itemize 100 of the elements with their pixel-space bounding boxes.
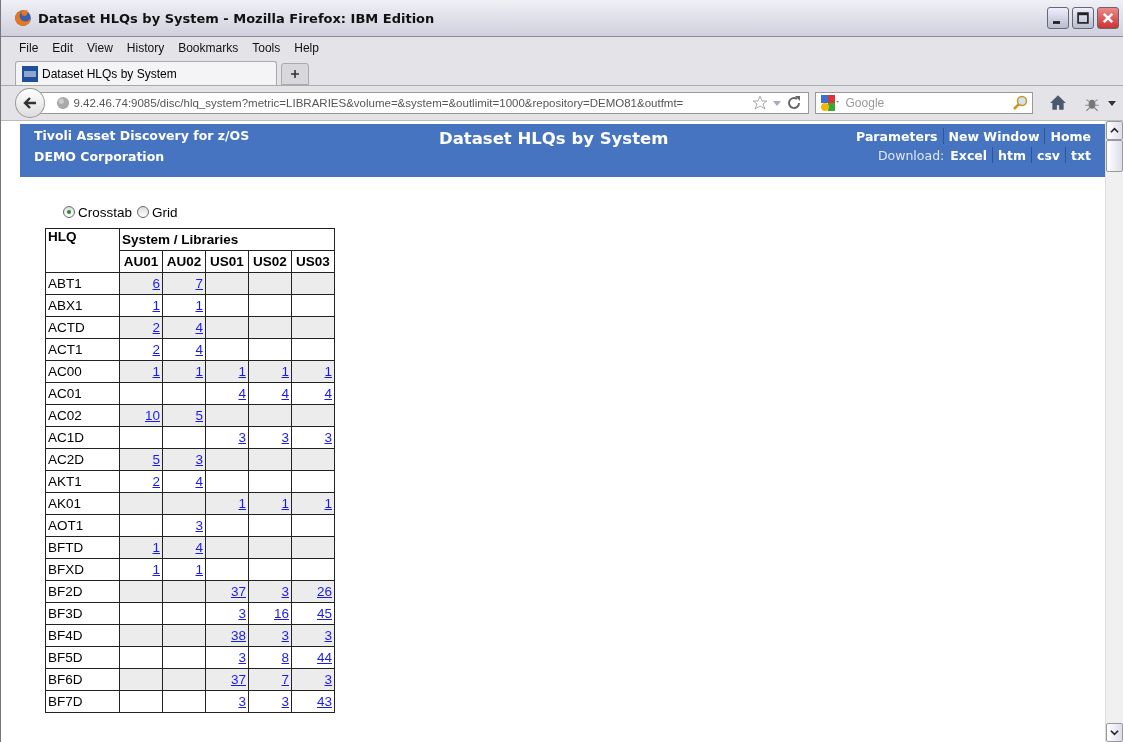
home-icon[interactable] xyxy=(1049,94,1067,112)
browser-tab[interactable]: Dataset HLQs by System xyxy=(15,61,277,85)
menu-item[interactable]: History xyxy=(119,41,172,55)
count-link[interactable]: 1 xyxy=(195,562,203,577)
column-header: AU02 xyxy=(162,250,206,273)
header-link[interactable]: Home xyxy=(1045,128,1091,144)
download-label: Download: xyxy=(877,147,945,163)
count-link[interactable]: 4 xyxy=(195,474,203,489)
download-link[interactable]: htm xyxy=(993,147,1031,163)
menu-item[interactable]: Bookmarks xyxy=(171,41,246,55)
count-link[interactable]: 5 xyxy=(195,408,203,423)
count-link[interactable]: 2 xyxy=(152,320,160,335)
search-icon[interactable] xyxy=(1012,95,1028,111)
count-link[interactable]: 1 xyxy=(152,298,160,313)
header-link[interactable]: Parameters xyxy=(851,128,943,144)
minimize-icon xyxy=(1053,21,1060,24)
count-link[interactable]: 3 xyxy=(238,694,246,709)
row-header-cell: BF2D xyxy=(45,580,120,603)
count-link[interactable]: 5 xyxy=(152,452,160,467)
count-link[interactable]: 4 xyxy=(195,342,203,357)
download-link[interactable]: csv xyxy=(1032,147,1065,163)
count-link[interactable]: 3 xyxy=(195,518,203,533)
row-header-cell: BF3D xyxy=(45,602,120,625)
count-link[interactable]: 1 xyxy=(195,364,203,379)
count-link[interactable]: 1 xyxy=(281,496,289,511)
count-link[interactable]: 6 xyxy=(152,276,160,291)
search-bar[interactable]: Google xyxy=(814,92,1033,114)
count-link[interactable]: 4 xyxy=(238,386,246,401)
menu-item[interactable]: Help xyxy=(287,41,326,55)
radio-button[interactable] xyxy=(63,206,75,218)
count-link[interactable]: 3 xyxy=(281,628,289,643)
search-engine-icon[interactable] xyxy=(819,95,840,111)
minimize-button[interactable] xyxy=(1047,7,1069,29)
view-radio[interactable]: Crosstab xyxy=(63,204,133,220)
count-link[interactable]: 4 xyxy=(281,386,289,401)
count-link[interactable]: 3 xyxy=(324,430,332,445)
row-header-cell: AC2D xyxy=(45,448,120,471)
globe-icon xyxy=(55,96,70,110)
row-header-cell: BF5D xyxy=(45,646,120,669)
column-header: US03 xyxy=(291,250,335,273)
menu-item[interactable]: Edit xyxy=(45,41,81,55)
menu-item[interactable]: Tools xyxy=(245,41,288,55)
count-link[interactable]: 7 xyxy=(281,672,289,687)
count-link[interactable]: 4 xyxy=(195,540,203,555)
count-link[interactable]: 1 xyxy=(238,364,246,379)
header-link[interactable]: New Window xyxy=(943,128,1045,144)
count-link[interactable]: 2 xyxy=(152,342,160,357)
browser-logo-icon xyxy=(14,9,32,27)
row-header-cell: BF6D xyxy=(45,668,120,691)
count-link[interactable]: 7 xyxy=(195,276,203,291)
count-link[interactable]: 3 xyxy=(281,430,289,445)
plus-icon xyxy=(290,69,300,79)
maximize-button[interactable] xyxy=(1072,7,1094,29)
scrollbar[interactable] xyxy=(1105,121,1123,742)
scroll-up-button[interactable] xyxy=(1106,121,1123,140)
count-link[interactable]: 1 xyxy=(152,562,160,577)
view-radio[interactable]: Grid xyxy=(137,204,178,220)
favicon-icon xyxy=(22,65,38,82)
reload-icon[interactable] xyxy=(785,95,802,111)
address-field[interactable]: 9.42.46.74:9085/disc/hlq_system?metric=LIBRARIES&volume=&system=&outlimit=1000&repository=DEMO81&outfmt= xyxy=(38,92,809,114)
row-header-cell: ABX1 xyxy=(45,294,120,317)
scroll-down-button[interactable] xyxy=(1106,723,1123,742)
column-group-header: System / Libraries xyxy=(119,228,335,251)
menu-item[interactable]: File xyxy=(13,41,46,55)
download-link[interactable]: txt xyxy=(1066,147,1091,163)
count-link[interactable]: 1 xyxy=(281,364,289,379)
count-link[interactable]: 1 xyxy=(238,496,246,511)
menu-item[interactable]: View xyxy=(80,41,120,55)
scroll-thumb[interactable] xyxy=(1106,140,1123,172)
star-icon[interactable] xyxy=(751,95,768,111)
count-link[interactable]: 4 xyxy=(324,386,332,401)
count-link[interactable]: 3 xyxy=(324,628,332,643)
radio-button[interactable] xyxy=(137,206,150,218)
row-header-cell: AKT1 xyxy=(45,470,120,493)
down-caret-icon xyxy=(1110,728,1119,737)
new-tab-button[interactable] xyxy=(281,63,309,85)
count-link[interactable]: 4 xyxy=(195,320,203,335)
count-link[interactable]: 8 xyxy=(281,650,289,665)
count-link[interactable]: 3 xyxy=(324,672,332,687)
count-link[interactable]: 3 xyxy=(238,430,246,445)
count-link[interactable]: 3 xyxy=(238,606,246,621)
count-link[interactable]: 3 xyxy=(281,694,289,709)
count-link[interactable]: 1 xyxy=(195,298,203,313)
row-header-cell: ACT1 xyxy=(45,338,120,361)
close-button[interactable] xyxy=(1097,7,1119,29)
row-header-cell: AC01 xyxy=(45,382,120,405)
count-link[interactable]: 1 xyxy=(324,496,332,511)
count-link[interactable]: 1 xyxy=(324,364,332,379)
count-link[interactable]: 1 xyxy=(152,540,160,555)
count-link[interactable]: 1 xyxy=(152,364,160,379)
download-link[interactable]: Excel xyxy=(945,147,993,163)
row-header-cell: BFXD xyxy=(45,558,120,581)
column-header: HLQ xyxy=(45,228,120,273)
count-link[interactable]: 3 xyxy=(195,452,203,467)
page-title: Dataset HLQs by System xyxy=(438,128,670,150)
count-link[interactable]: 2 xyxy=(152,474,160,489)
count-link[interactable]: 3 xyxy=(281,584,289,599)
count-link[interactable]: 3 xyxy=(238,650,246,665)
back-button[interactable] xyxy=(15,88,45,118)
dropdown-icon[interactable] xyxy=(1107,98,1117,108)
